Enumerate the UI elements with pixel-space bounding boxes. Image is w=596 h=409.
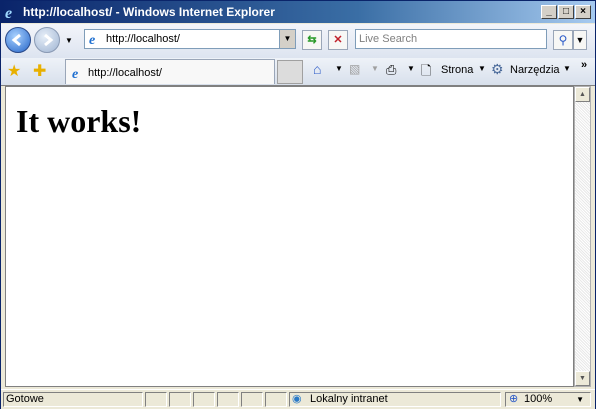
maximize-button[interactable]: □	[558, 5, 574, 19]
title-bar[interactable]: e http://localhost/ - Windows Internet E…	[1, 1, 595, 23]
window-title: http://localhost/ - Windows Internet Exp…	[23, 5, 275, 19]
address-dropdown[interactable]: ▼	[279, 30, 295, 48]
tools-gear-icon[interactable]: ⚙	[491, 61, 504, 78]
svg-text:e: e	[72, 67, 78, 80]
status-pane	[265, 392, 287, 407]
forward-icon	[44, 33, 54, 47]
home-dropdown[interactable]: ▼	[335, 64, 343, 73]
status-bar: Gotowe ◉ Lokalny intranet ⊕ 100% ▼	[1, 389, 595, 409]
favorites-star-icon[interactable]: ★	[7, 61, 21, 81]
status-pane	[193, 392, 215, 407]
favorites-bar: ★ ✚ e http://localhost/ ⌂ ▼ ▧ ▼ ⎙ ▼ 🗋 St…	[1, 58, 595, 86]
ie-logo-icon: e	[72, 67, 78, 80]
zoom-level: 100%	[524, 393, 553, 405]
stop-icon: ✕	[333, 34, 343, 46]
rss-dropdown[interactable]: ▼	[371, 64, 379, 73]
status-pane	[217, 392, 239, 407]
search-options-dropdown[interactable]: ▼	[573, 30, 587, 50]
vertical-scrollbar[interactable]: ▲ ▼	[574, 86, 591, 387]
svg-text:e: e	[89, 33, 95, 46]
minimize-button[interactable]: _	[541, 5, 557, 19]
page-menu[interactable]: Strona	[441, 64, 473, 76]
toolbar-overflow[interactable]: »	[581, 59, 587, 71]
print-dropdown[interactable]: ▼	[407, 64, 415, 73]
tab-localhost[interactable]: e http://localhost/	[65, 59, 275, 84]
home-icon[interactable]: ⌂	[313, 61, 321, 77]
navigation-bar: ▼ e http://localhost/ ▼ ⇆ ✕ Live Search …	[1, 24, 595, 58]
stop-button[interactable]: ✕	[328, 30, 348, 50]
page-heading: It works!	[16, 103, 142, 139]
new-tab-button[interactable]	[277, 60, 303, 84]
page-icon[interactable]: 🗋	[421, 62, 431, 84]
search-icon: ⚲	[558, 33, 568, 47]
close-button[interactable]: ×	[575, 5, 591, 19]
browser-window: e http://localhost/ - Windows Internet E…	[0, 0, 596, 409]
back-button[interactable]	[5, 27, 31, 53]
status-pane	[241, 392, 263, 407]
zoom-dropdown[interactable]: ▼	[576, 393, 584, 406]
intranet-icon: ◉	[292, 393, 302, 405]
search-box[interactable]: Live Search	[355, 29, 547, 49]
tools-menu[interactable]: Narzędzia	[510, 64, 560, 76]
status-pane	[145, 392, 167, 407]
page-content: It works!	[5, 86, 574, 387]
address-text[interactable]: http://localhost/	[106, 33, 180, 45]
zoom-icon: ⊕	[509, 393, 519, 405]
page-dropdown[interactable]: ▼	[478, 64, 486, 73]
tab-title: http://localhost/	[88, 67, 162, 79]
scroll-up-button[interactable]: ▲	[575, 87, 590, 102]
refresh-icon: ⇆	[307, 34, 317, 46]
ie-logo-icon: e	[5, 5, 12, 20]
refresh-button[interactable]: ⇆	[302, 30, 322, 50]
status-text: Gotowe	[3, 392, 143, 407]
print-icon[interactable]: ⎙	[386, 62, 396, 78]
zone-label: Lokalny intranet	[310, 393, 388, 405]
add-favorites-icon[interactable]: ✚	[33, 61, 46, 81]
forward-button[interactable]	[34, 27, 60, 53]
status-pane	[169, 392, 191, 407]
history-dropdown[interactable]: ▼	[65, 36, 73, 45]
security-zone[interactable]: ◉ Lokalny intranet	[289, 392, 501, 407]
rss-icon[interactable]: ▧	[349, 62, 360, 76]
svg-text:e: e	[5, 5, 12, 20]
ie-logo-icon: e	[89, 33, 95, 46]
back-icon	[11, 33, 21, 47]
search-button[interactable]: ⚲	[553, 30, 573, 50]
address-bar[interactable]: e http://localhost/ ▼	[84, 29, 296, 49]
tools-dropdown[interactable]: ▼	[563, 64, 571, 73]
scroll-down-button[interactable]: ▼	[575, 371, 590, 386]
search-placeholder[interactable]: Live Search	[359, 33, 417, 45]
zoom-control[interactable]: ⊕ 100% ▼	[505, 392, 591, 407]
